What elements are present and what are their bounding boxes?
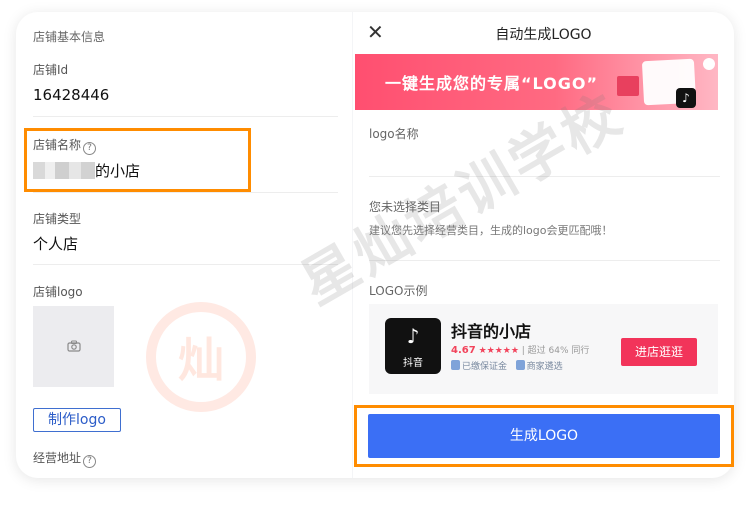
shop-logo-caption: 抖音 xyxy=(403,358,423,369)
store-type-value: 个人店 xyxy=(33,235,79,253)
example-shop-card: ♪ 抖音 抖音的小店 4.67 ★★★★★ | 超过 64% 同行 已缴保证金 … xyxy=(369,304,718,394)
app-card: 店铺基本信息 店铺Id 16428446 店铺名称? 的小店 店铺类型 个人店 … xyxy=(16,12,734,478)
visit-shop-button[interactable]: 进店逛逛 xyxy=(621,338,697,366)
shield-icon xyxy=(515,360,525,370)
tiktok-icon: ♪ xyxy=(406,324,420,348)
address-label-row: 经营地址? xyxy=(33,449,97,468)
store-name-suffix: 的小店 xyxy=(95,162,141,180)
store-id-value: 16428446 xyxy=(33,86,110,104)
promo-banner: 一键生成您的专属“LOGO” ♪ xyxy=(355,54,718,110)
document-icon xyxy=(617,76,639,96)
divider xyxy=(33,116,338,117)
store-name-value: 的小店 xyxy=(33,160,140,181)
star-rating-icon: ★★★★★ xyxy=(478,346,519,356)
shop-logo: ♪ 抖音 xyxy=(385,318,441,374)
watermark-glyph: 灿 xyxy=(178,333,224,387)
tiktok-icon: ♪ xyxy=(676,88,696,108)
shield-icon xyxy=(451,360,460,370)
help-icon[interactable]: ? xyxy=(83,142,97,155)
store-type-label: 店铺类型 xyxy=(33,212,82,226)
store-logo-label: 店铺logo xyxy=(33,285,83,299)
logo-upload-area[interactable] xyxy=(33,306,114,387)
divider xyxy=(33,192,338,193)
shop-tags: 已缴保证金 商家遴选 xyxy=(451,359,563,372)
beat-peers-text: | 超过 64% 同行 xyxy=(521,346,590,356)
redacted-name xyxy=(33,162,95,179)
tag-deposit: 已缴保证金 xyxy=(462,362,508,372)
help-icon[interactable]: ? xyxy=(83,455,97,468)
shop-score: 4.67 xyxy=(451,345,476,356)
tag-select: 商家遴选 xyxy=(526,362,563,372)
logo-name-label: logo名称 xyxy=(369,127,419,141)
modal-title: 自动生成LOGO xyxy=(495,27,592,43)
section-title: 店铺基本信息 xyxy=(33,30,106,44)
generate-logo-button[interactable]: 生成LOGO xyxy=(368,414,720,458)
store-id-label: 店铺Id xyxy=(33,63,69,77)
store-name-label: 店铺名称 xyxy=(33,138,82,152)
camera-icon xyxy=(66,337,81,356)
badge-icon xyxy=(703,58,715,70)
shop-name: 抖音的小店 xyxy=(451,322,532,341)
address-label: 经营地址 xyxy=(33,451,82,465)
shop-rating: 4.67 ★★★★★ | 超过 64% 同行 xyxy=(451,343,589,356)
make-logo-button[interactable]: 制作logo xyxy=(33,408,121,432)
store-name-label-row: 店铺名称? xyxy=(33,136,97,155)
